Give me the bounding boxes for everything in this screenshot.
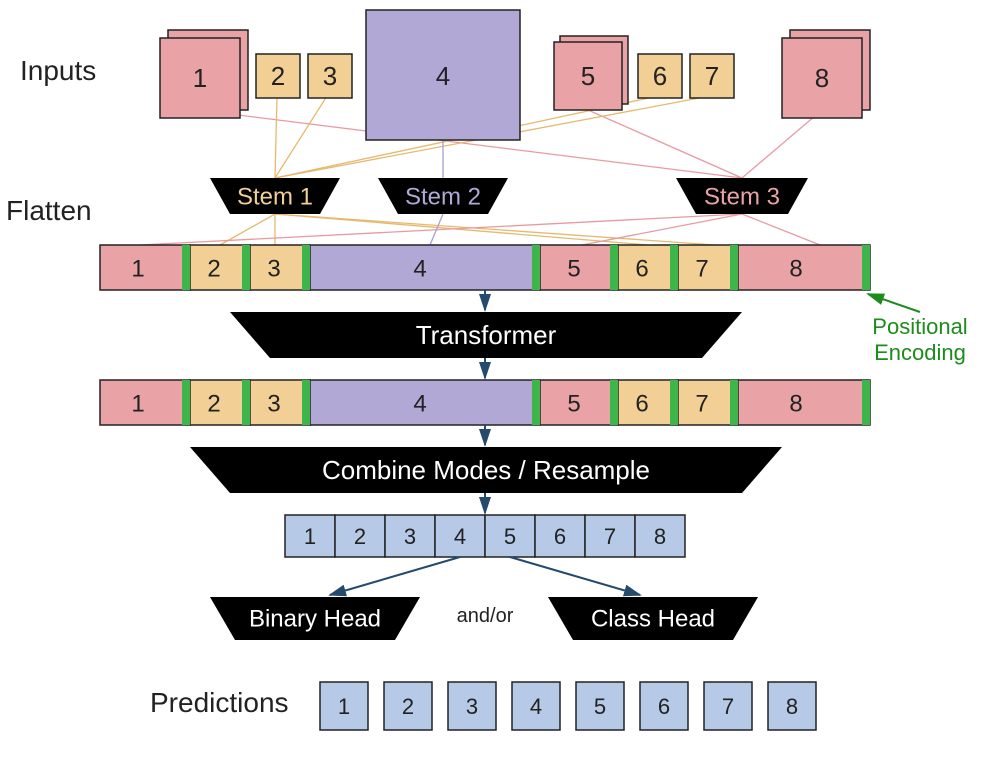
blue-7: 7 — [604, 524, 616, 549]
seq1-7: 7 — [695, 255, 708, 282]
inputs-label: Inputs — [20, 55, 96, 86]
input-5: 5 — [554, 36, 628, 110]
input-1: 1 — [160, 30, 248, 118]
input-7: 7 — [690, 54, 734, 98]
input-8-num: 8 — [815, 63, 829, 93]
binary-head-label: Binary Head — [249, 605, 381, 632]
blue-row: 1 2 3 4 5 6 7 8 — [285, 515, 685, 557]
seq2-6: 6 — [635, 390, 648, 417]
posenc-text-1: Positional — [872, 314, 967, 339]
seq2-2: 2 — [207, 390, 220, 417]
posenc-text-2: Encoding — [874, 340, 966, 365]
stem2-label: Stem 2 — [405, 183, 481, 210]
predictions-row: 1 2 3 4 5 6 7 8 — [320, 682, 816, 730]
input-6: 6 — [638, 54, 682, 98]
blue-5: 5 — [504, 524, 516, 549]
andor-label: and/or — [457, 605, 514, 627]
input-3: 3 — [308, 54, 352, 98]
seq2-7: 7 — [695, 390, 708, 417]
pred-6: 6 — [658, 694, 670, 719]
class-head: Class Head — [548, 597, 758, 640]
seq1-2: 2 — [207, 255, 220, 282]
positional-encoding-label: Positional Encoding — [868, 294, 968, 365]
class-head-label: Class Head — [591, 605, 715, 632]
seq1-1: 1 — [131, 255, 144, 282]
seq2-5: 5 — [567, 390, 580, 417]
pred-7: 7 — [722, 694, 734, 719]
blue-1: 1 — [304, 524, 316, 549]
seq1-5: 5 — [567, 255, 580, 282]
input-6-num: 6 — [653, 61, 667, 91]
flatten-label: Flatten — [6, 195, 92, 226]
sequence-row-2: 1 2 3 4 5 6 7 8 — [100, 380, 870, 425]
combine-label: Combine Modes / Resample — [322, 455, 650, 485]
pred-5: 5 — [594, 694, 606, 719]
input-2: 2 — [256, 54, 300, 98]
input-1-num: 1 — [193, 63, 207, 93]
input-2-num: 2 — [271, 61, 285, 91]
blue-2: 2 — [354, 524, 366, 549]
arrow-blue-class — [510, 557, 640, 595]
arrow-blue-binary — [330, 557, 460, 595]
stem1-label: Stem 1 — [237, 183, 313, 210]
seq1-8: 8 — [789, 255, 802, 282]
input-4-num: 4 — [436, 61, 450, 91]
combine-block: Combine Modes / Resample — [190, 447, 782, 493]
binary-head: Binary Head — [210, 597, 420, 640]
seq1-3: 3 — [267, 255, 280, 282]
input-3-num: 3 — [323, 61, 337, 91]
stems: Stem 1 Stem 2 Stem 3 — [210, 178, 808, 214]
seq2-4: 4 — [413, 390, 426, 417]
stem3-label: Stem 3 — [704, 183, 780, 210]
transformer-label: Transformer — [416, 320, 557, 350]
input-boxes: 1 2 3 4 5 6 7 — [160, 10, 870, 140]
pred-2: 2 — [402, 694, 414, 719]
blue-4: 4 — [454, 524, 466, 549]
blue-3: 3 — [404, 524, 416, 549]
predictions-label: Predictions — [150, 687, 289, 718]
seq1-6: 6 — [635, 255, 648, 282]
transformer-block: Transformer — [230, 312, 742, 358]
seq2-1: 1 — [131, 390, 144, 417]
pred-4: 4 — [530, 694, 542, 719]
blue-8: 8 — [654, 524, 666, 549]
pred-1: 1 — [338, 694, 350, 719]
pred-8: 8 — [786, 694, 798, 719]
seq1-4: 4 — [413, 255, 426, 282]
input-8: 8 — [782, 30, 870, 118]
input-4: 4 — [366, 10, 520, 140]
seq2-8: 8 — [789, 390, 802, 417]
sequence-row-1: 1 2 3 4 5 6 7 8 — [100, 245, 870, 290]
input-5-num: 5 — [581, 61, 595, 91]
input-7-num: 7 — [705, 61, 719, 91]
blue-6: 6 — [554, 524, 566, 549]
pred-3: 3 — [466, 694, 478, 719]
seq2-3: 3 — [267, 390, 280, 417]
